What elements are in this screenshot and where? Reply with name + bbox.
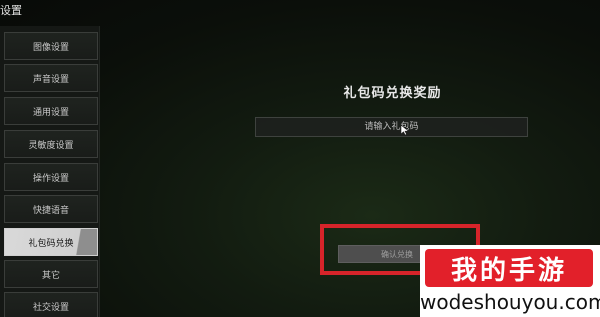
gift-code-title: 礼包码兑换奖励 — [343, 86, 442, 101]
sidebar-item-graphics[interactable]: 图像设置 — [4, 32, 98, 60]
sidebar-item-general[interactable]: 通用设置 — [4, 97, 98, 125]
watermark-url: wodeshouyou.com — [420, 290, 600, 314]
sidebar-item-social[interactable]: 社交设置 — [4, 292, 98, 317]
settings-sidebar: 图像设置 声音设置 通用设置 灵敏度设置 操作设置 快捷语音 礼包码兑换 其它 … — [0, 26, 100, 317]
mouse-cursor-icon — [401, 125, 409, 135]
sidebar-item-quick-voice[interactable]: 快捷语音 — [4, 195, 98, 223]
sidebar-item-sound[interactable]: 声音设置 — [4, 64, 98, 92]
sidebar-item-sensitivity[interactable]: 灵敏度设置 — [4, 130, 98, 158]
watermark-brand: 我的手游 — [425, 249, 593, 287]
gift-code-input[interactable] — [255, 117, 528, 137]
watermark-logo: 我的手游 wodeshouyou.com — [420, 245, 600, 317]
sidebar-item-controls[interactable]: 操作设置 — [4, 163, 98, 191]
sidebar-item-other[interactable]: 其它 — [4, 260, 98, 288]
sidebar-item-gift-code[interactable]: 礼包码兑换 — [4, 228, 98, 256]
window-title: 设置 — [0, 4, 22, 17]
